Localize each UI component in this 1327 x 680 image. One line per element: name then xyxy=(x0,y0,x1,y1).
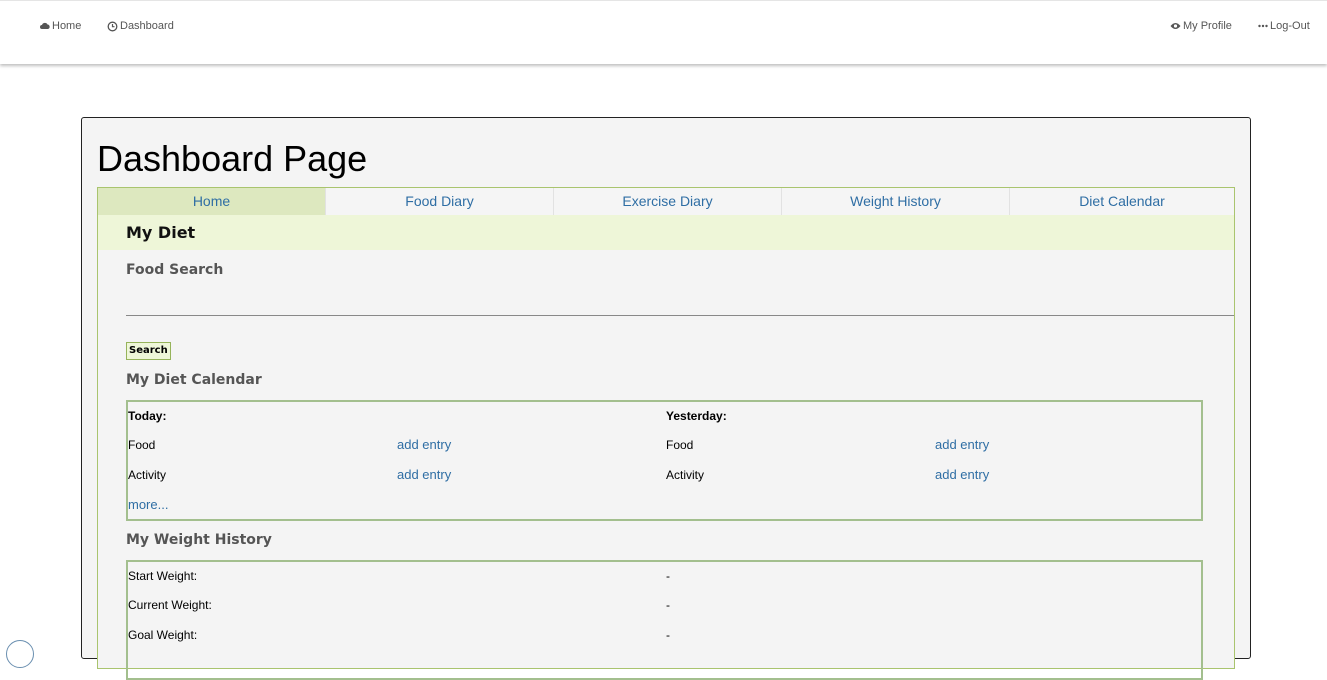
today-food-label: Food xyxy=(128,438,156,452)
food-search-input[interactable] xyxy=(126,284,1234,316)
diet-calendar-table: Today: Yesterday: Food add entry Food ad… xyxy=(126,400,1203,521)
nav-dashboard-label: Dashboard xyxy=(120,20,174,32)
today-label: Today: xyxy=(128,409,167,423)
eye-icon xyxy=(1170,22,1181,30)
nav-home-link[interactable]: Home xyxy=(40,20,81,32)
chat-widget-button[interactable] xyxy=(6,640,34,668)
current-weight-value: - xyxy=(666,598,670,612)
top-navbar: Home Dashboard My Profile Log-Out xyxy=(0,0,1327,64)
weight-history-title: My Weight History xyxy=(126,532,272,548)
ellipsis-icon xyxy=(1258,24,1268,28)
dashboard-panel: Dashboard Page Home Food Diary Exercise … xyxy=(81,117,1251,680)
tab-weight-history[interactable]: Weight History xyxy=(781,188,1009,215)
start-weight-value: - xyxy=(666,569,670,583)
yesterday-activity-add-entry-link[interactable]: add entry xyxy=(935,467,989,482)
page-title: Dashboard Page xyxy=(97,138,368,179)
diet-calendar-title: My Diet Calendar xyxy=(126,372,262,388)
yesterday-label: Yesterday: xyxy=(666,409,727,423)
goal-weight-value: - xyxy=(666,628,670,642)
my-diet-header: My Diet xyxy=(98,215,1234,250)
nav-home-label: Home xyxy=(52,20,82,32)
nav-logout-label: Log-Out xyxy=(1270,20,1310,32)
current-weight-label: Current Weight: xyxy=(128,598,212,612)
nav-dashboard-link[interactable]: Dashboard xyxy=(107,20,174,32)
more-link[interactable]: more... xyxy=(128,497,168,512)
weight-history-table: Start Weight: - Current Weight: - Goal W… xyxy=(126,560,1203,680)
goal-weight-label: Goal Weight: xyxy=(128,628,198,642)
tab-home[interactable]: Home xyxy=(98,188,325,215)
yesterday-food-add-entry-link[interactable]: add entry xyxy=(935,437,989,452)
clock-icon xyxy=(107,21,118,32)
cloud-icon xyxy=(40,22,50,30)
yesterday-activity-label: Activity xyxy=(666,468,705,482)
nav-logout-link[interactable]: Log-Out xyxy=(1258,20,1310,32)
start-weight-label: Start Weight: xyxy=(128,569,198,583)
dashboard-content: Home Food Diary Exercise Diary Weight Hi… xyxy=(97,187,1235,680)
today-activity-label: Activity xyxy=(128,468,167,482)
search-button[interactable]: Search xyxy=(126,342,171,360)
today-food-add-entry-link[interactable]: add entry xyxy=(397,437,451,452)
tab-diet-calendar[interactable]: Diet Calendar xyxy=(1009,188,1234,215)
food-search-title: Food Search xyxy=(126,262,224,278)
nav-profile-link[interactable]: My Profile xyxy=(1170,20,1232,32)
tab-food-diary[interactable]: Food Diary xyxy=(325,188,553,215)
tab-bar: Home Food Diary Exercise Diary Weight Hi… xyxy=(98,188,1234,215)
today-activity-add-entry-link[interactable]: add entry xyxy=(397,467,451,482)
yesterday-food-label: Food xyxy=(666,438,694,452)
tab-exercise-diary[interactable]: Exercise Diary xyxy=(553,188,781,215)
nav-profile-label: My Profile xyxy=(1183,20,1232,32)
